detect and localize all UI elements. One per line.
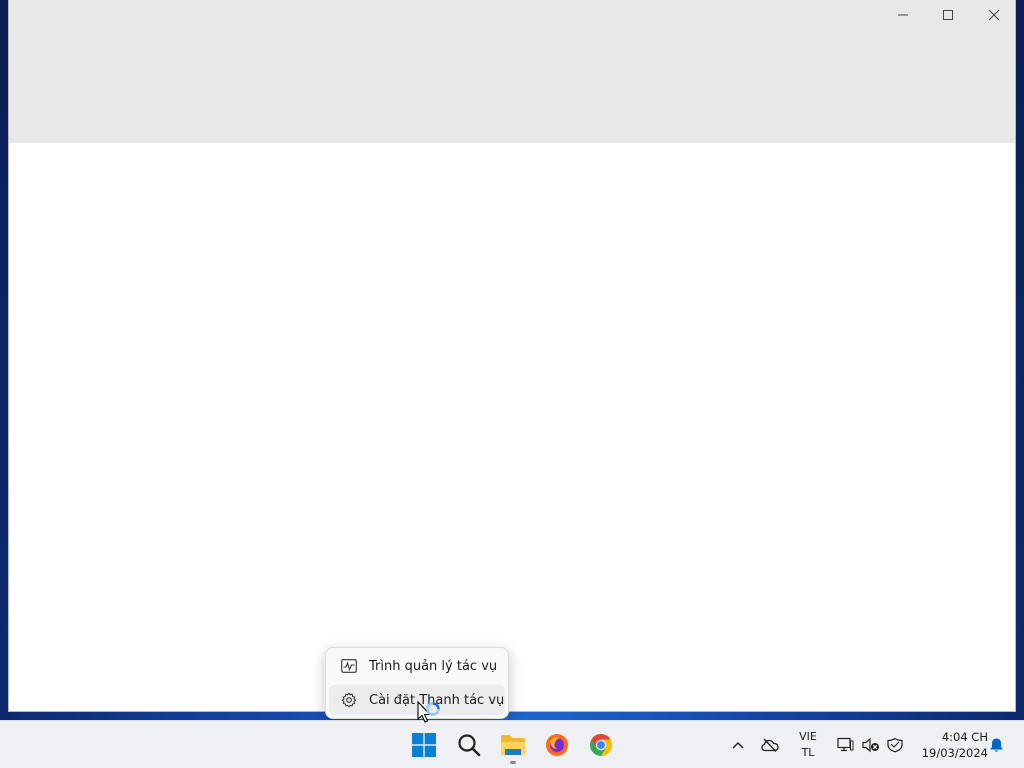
menu-item-task-manager[interactable]: Trình quản lý tác vụ	[329, 651, 505, 681]
shield-icon	[887, 737, 903, 753]
bell-icon	[989, 738, 1003, 752]
maximize-button[interactable]	[925, 0, 971, 30]
taskbar: VIE TL 4:04 CH 19/03/2024	[0, 720, 1024, 768]
security-tray-button[interactable]	[884, 725, 906, 765]
close-button[interactable]	[971, 0, 1017, 30]
notifications-button[interactable]	[986, 725, 1006, 765]
firefox-icon	[546, 734, 568, 756]
window-titlebar[interactable]	[9, 0, 1015, 143]
gear-icon	[340, 691, 358, 709]
menu-item-label: Trình quản lý tác vụ	[369, 658, 498, 674]
running-indicator	[510, 761, 516, 764]
minimize-icon	[898, 14, 908, 16]
volume-muted-tray-button[interactable]	[860, 725, 882, 765]
start-button[interactable]	[404, 725, 444, 765]
show-hidden-icons-button[interactable]	[728, 725, 748, 765]
search-icon	[458, 734, 481, 757]
clock[interactable]: 4:04 CH 19/03/2024	[912, 729, 988, 761]
clock-time: 4:04 CH	[941, 730, 988, 744]
chrome-icon	[590, 734, 612, 756]
speaker-muted-icon	[862, 737, 879, 753]
search-button[interactable]	[449, 725, 489, 765]
cloud-offline-icon	[761, 738, 779, 752]
display-tray-button[interactable]	[835, 725, 855, 765]
file-explorer-button[interactable]	[493, 725, 533, 765]
maximize-icon	[943, 10, 953, 20]
windows-start-icon	[412, 733, 436, 757]
chrome-button[interactable]	[581, 725, 621, 765]
mouse-cursor-busy-icon	[417, 700, 440, 723]
chevron-up-icon	[732, 741, 744, 749]
firefox-button[interactable]	[537, 725, 577, 765]
folder-icon	[501, 735, 525, 755]
clock-date: 19/03/2024	[921, 746, 988, 760]
keyboard-layout: TL	[801, 746, 815, 759]
close-icon	[988, 9, 1000, 21]
minimize-button[interactable]	[880, 0, 926, 30]
app-window	[8, 0, 1016, 712]
monitor-icon	[836, 737, 853, 752]
task-manager-icon	[340, 657, 358, 675]
onedrive-tray-button[interactable]	[758, 725, 782, 765]
language-code: VIE	[799, 730, 817, 743]
language-indicator[interactable]: VIE TL	[792, 729, 824, 761]
